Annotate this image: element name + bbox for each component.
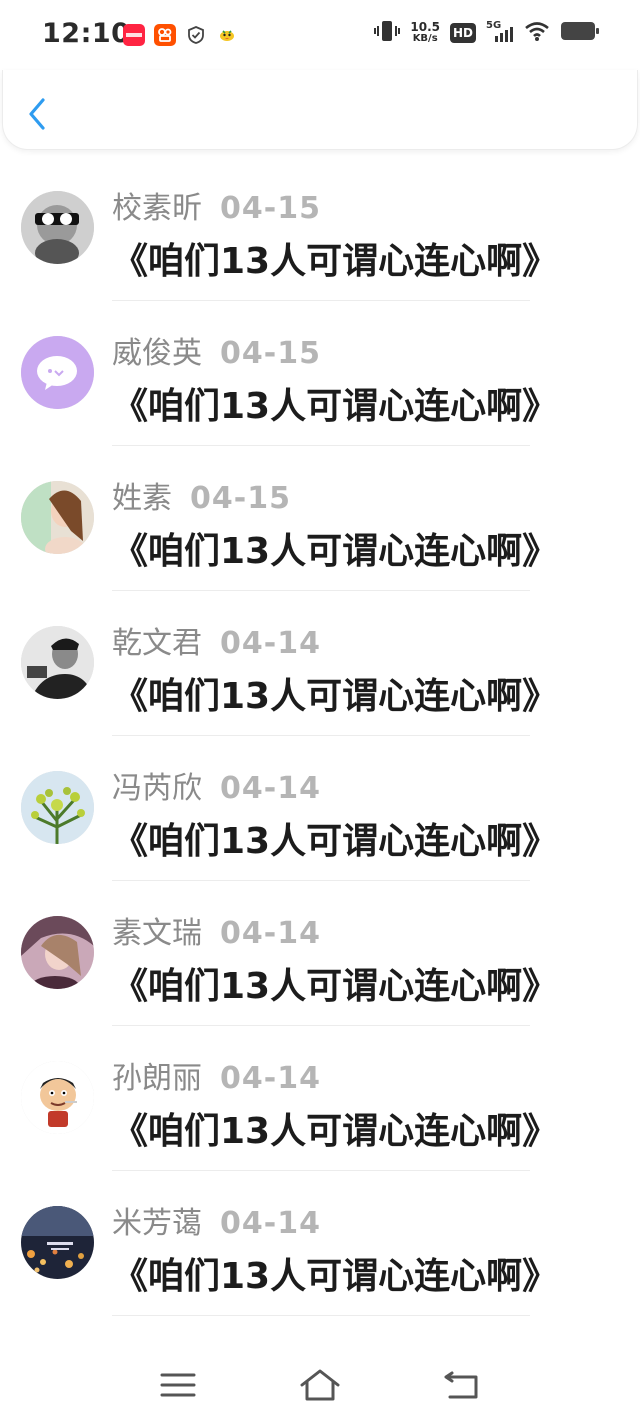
item-date: 04-14 xyxy=(220,1061,321,1096)
xiaohongshu-icon xyxy=(123,24,145,46)
list-item[interactable]: 冯芮欣 04-14 《咱们13人可谓心连心啊》 xyxy=(0,737,640,882)
item-meta: 威俊英 04-15 xyxy=(112,328,321,372)
wifi-icon xyxy=(524,20,550,46)
item-date: 04-15 xyxy=(190,481,291,516)
user-name: 素文瑞 xyxy=(112,916,202,951)
back-nav-button[interactable] xyxy=(440,1365,484,1405)
notification-icons xyxy=(123,24,238,46)
signal-icon: 5G xyxy=(486,20,514,44)
item-meta: 孙朗丽 04-14 xyxy=(112,1053,321,1097)
net-speed: 10.5 KB/s xyxy=(410,20,440,44)
home-button[interactable] xyxy=(298,1365,342,1405)
divider xyxy=(112,1315,530,1316)
user-name: 孙朗丽 xyxy=(112,1061,202,1096)
item-title: 《咱们13人可谓心连心啊》 xyxy=(112,966,559,1007)
user-name: 姓素 xyxy=(112,481,172,516)
divider xyxy=(112,445,530,446)
home-icon xyxy=(300,1369,340,1401)
menu-button[interactable] xyxy=(156,1365,200,1405)
item-title: 《咱们13人可谓心连心啊》 xyxy=(112,531,559,572)
avatar[interactable] xyxy=(21,626,94,699)
back-icon xyxy=(444,1371,478,1399)
item-meta: 姓素 04-15 xyxy=(112,473,291,517)
user-name: 威俊英 xyxy=(112,336,202,371)
item-meta: 乾文君 04-14 xyxy=(112,618,321,662)
item-meta: 冯芮欣 04-14 xyxy=(112,763,321,807)
chick-icon xyxy=(216,24,238,46)
list-item[interactable]: 素文瑞 04-14 《咱们13人可谓心连心啊》 xyxy=(0,882,640,1027)
user-name: 乾文君 xyxy=(112,626,202,661)
list-item[interactable]: 姓素 04-15 《咱们13人可谓心连心啊》 xyxy=(0,447,640,592)
user-name: 校素昕 xyxy=(112,191,202,226)
avatar[interactable] xyxy=(21,481,94,554)
item-title: 《咱们13人可谓心连心啊》 xyxy=(112,821,559,862)
avatar[interactable] xyxy=(21,771,94,844)
net-speed-value: 10.5 xyxy=(410,20,440,34)
user-name: 米芳蔼 xyxy=(112,1206,202,1241)
item-date: 04-15 xyxy=(220,336,321,371)
user-name: 冯芮欣 xyxy=(112,771,202,806)
list-item[interactable]: 威俊英 04-15 《咱们13人可谓心连心啊》 xyxy=(0,302,640,447)
status-bar: 12:10 10.5 KB/s HD 5G xyxy=(0,0,640,70)
avatar[interactable] xyxy=(21,336,94,409)
item-title: 《咱们13人可谓心连心啊》 xyxy=(112,241,559,282)
vibrate-icon xyxy=(374,20,401,46)
divider xyxy=(112,735,530,736)
status-time: 12:10 xyxy=(42,18,131,49)
shield-check-icon xyxy=(185,24,207,46)
item-meta: 校素昕 04-15 xyxy=(112,183,321,227)
chevron-left-icon xyxy=(29,98,45,130)
comment-list: 校素昕 04-15 《咱们13人可谓心连心啊》 威俊英 04-15 《咱们13人可谓… xyxy=(0,157,640,1347)
screen: 12:10 10.5 KB/s HD 5G 校素昕 04-15 《咱们13人可谓… xyxy=(0,0,640,1423)
item-title: 《咱们13人可谓心连心啊》 xyxy=(112,386,559,427)
bottom-nav xyxy=(0,1347,640,1423)
system-icons: 10.5 KB/s HD 5G xyxy=(374,20,600,46)
divider xyxy=(112,300,530,301)
item-title: 《咱们13人可谓心连心啊》 xyxy=(112,1111,559,1152)
divider xyxy=(112,1170,530,1171)
avatar[interactable] xyxy=(21,1206,94,1279)
item-date: 04-15 xyxy=(220,191,321,226)
item-title: 《咱们13人可谓心连心啊》 xyxy=(112,1256,559,1297)
nav-header xyxy=(2,70,638,150)
back-button[interactable] xyxy=(21,92,57,136)
list-item[interactable]: 乾文君 04-14 《咱们13人可谓心连心啊》 xyxy=(0,592,640,737)
list-item[interactable]: 孙朗丽 04-14 《咱们13人可谓心连心啊》 xyxy=(0,1027,640,1172)
item-date: 04-14 xyxy=(220,1206,321,1241)
menu-icon xyxy=(160,1373,196,1397)
hd-badge: HD xyxy=(449,23,476,43)
battery-icon xyxy=(560,20,600,46)
item-date: 04-14 xyxy=(220,916,321,951)
divider xyxy=(112,880,530,881)
item-date: 04-14 xyxy=(220,771,321,806)
item-meta: 米芳蔼 04-14 xyxy=(112,1198,321,1242)
item-meta: 素文瑞 04-14 xyxy=(112,908,321,952)
item-title: 《咱们13人可谓心连心啊》 xyxy=(112,676,559,717)
avatar[interactable] xyxy=(21,1061,94,1134)
avatar[interactable] xyxy=(21,916,94,989)
divider xyxy=(112,590,530,591)
list-item[interactable]: 米芳蔼 04-14 《咱们13人可谓心连心啊》 xyxy=(0,1172,640,1317)
list-item[interactable]: 校素昕 04-15 《咱们13人可谓心连心啊》 xyxy=(0,157,640,302)
divider xyxy=(112,1025,530,1026)
avatar[interactable] xyxy=(21,191,94,264)
kuaishou-icon xyxy=(154,24,176,46)
net-speed-unit: KB/s xyxy=(412,33,438,44)
item-date: 04-14 xyxy=(220,626,321,661)
